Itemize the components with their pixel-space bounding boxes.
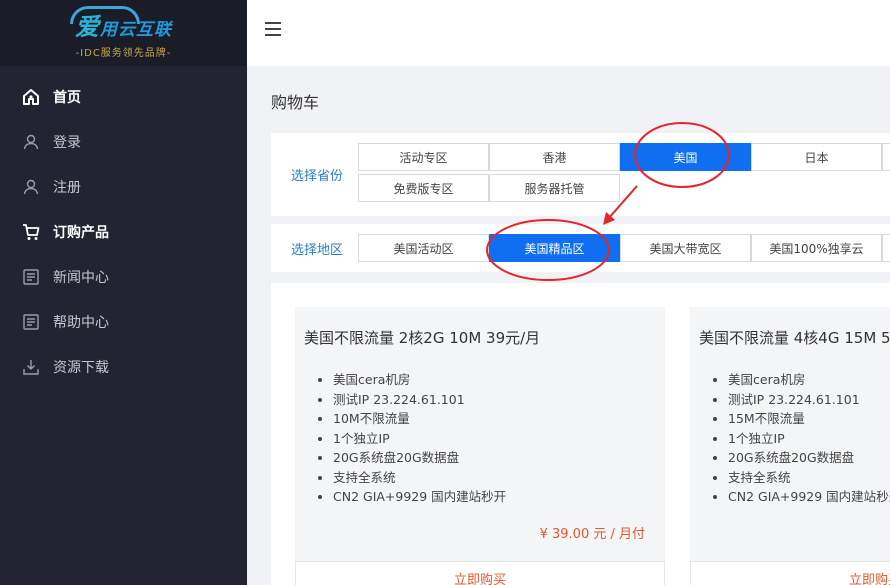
feature-item: 美国cera机房 [728,370,890,390]
feature-item: 测试IP 23.224.61.101 [333,390,506,410]
feature-item: 测试IP 23.224.61.101 [728,390,890,410]
province-label: 选择省份 [291,169,344,184]
feature-item: 支持全系统 [728,468,890,488]
province-selector: 选择省份 活动专区 香港 美国 日本 免费版专区 服务器托管 [271,133,890,216]
home-icon [22,88,40,106]
feature-item: CN2 GIA+9929 国内建站秒开 [728,487,890,507]
sidebar-item-help[interactable]: 帮助中心 [0,299,247,344]
feature-item: 15M不限流量 [728,409,890,429]
province-option-selected[interactable]: 美国 [620,143,751,171]
sidebar-item-downloads[interactable]: 资源下载 [0,344,247,389]
document-icon [22,268,40,286]
cart-icon [22,223,40,241]
sidebar-item-label: 首页 [53,89,81,106]
user-icon [22,178,40,196]
sidebar-item-label: 资源下载 [53,359,109,376]
sidebar-item-news[interactable]: 新闻中心 [0,254,247,299]
feature-item: 20G系统盘20G数据盘 [728,448,890,468]
province-option[interactable]: 活动专区 [358,143,489,171]
feature-item: 美国cera机房 [333,370,506,390]
feature-item: CN2 GIA+9929 国内建站秒开 [333,487,506,507]
feature-item: 20G系统盘20G数据盘 [333,448,506,468]
sidebar-item-register[interactable]: 注册 [0,164,247,209]
feature-item: 10M不限流量 [333,409,506,429]
sidebar: 爱用云互联 -IDC服务领先品牌- 首页 登录 注册 订购产品 新闻中心 帮助中… [0,0,247,585]
region-label: 选择地区 [291,243,344,258]
menu-toggle-icon[interactable] [265,22,281,36]
brand-title: 爱用云互联 [75,13,172,41]
region-selector: 选择地区 美国活动区 美国精品区 美国大带宽区 美国100%独享云 [271,224,890,272]
region-option[interactable]: 美国活动区 [358,234,489,262]
brand-subtitle: -IDC服务领先品牌- [75,48,172,59]
feature-list: 美国cera机房 测试IP 23.224.61.101 10M不限流量 1个独立… [333,370,506,507]
user-icon [22,133,40,151]
feature-item: 支持全系统 [333,468,506,488]
feature-list: 美国cera机房 测试IP 23.224.61.101 15M不限流量 1个独立… [728,370,890,507]
province-option-partial[interactable] [882,143,890,171]
province-option[interactable]: 香港 [489,143,620,171]
sidebar-item-label: 帮助中心 [53,314,109,331]
sidebar-item-label: 订购产品 [53,224,109,241]
region-option[interactable]: 美国100%独享云 [751,234,882,262]
feature-item: 1个独立IP [333,429,506,449]
sidebar-item-order-products[interactable]: 订购产品 [0,209,247,254]
top-bar [247,0,890,66]
sidebar-item-label: 登录 [53,134,81,151]
sidebar-item-home[interactable]: 首页 [0,74,247,119]
product-list: 美国不限流量 2核2G 10M 39元/月 美国cera机房 测试IP 23.2… [271,283,890,585]
document-icon [22,313,40,331]
product-title: 美国不限流量 2核2G 10M 39元/月 [304,329,541,347]
sidebar-item-login[interactable]: 登录 [0,119,247,164]
product-card: 美国不限流量 2核2G 10M 39元/月 美国cera机房 测试IP 23.2… [295,307,665,561]
page-title: 购物车 [271,93,320,112]
sidebar-nav: 首页 登录 注册 订购产品 新闻中心 帮助中心 资源下载 [0,66,247,389]
product-card: 美国不限流量 4核4G 15M 5 美国cera机房 测试IP 23.224.6… [690,307,890,561]
brand-logo[interactable]: 爱用云互联 -IDC服务领先品牌- [0,0,247,66]
buy-now-button[interactable]: 立即购买 [690,561,890,585]
buy-now-button[interactable]: 立即购买 [295,561,665,585]
region-option-partial[interactable] [882,234,890,262]
download-icon [22,358,40,376]
feature-item: 1个独立IP [728,429,890,449]
region-option[interactable]: 美国大带宽区 [620,234,751,262]
province-option[interactable]: 服务器托管 [489,174,620,202]
sidebar-item-label: 新闻中心 [53,269,109,286]
product-title: 美国不限流量 4核4G 15M 5 [699,329,890,347]
sidebar-item-label: 注册 [53,179,81,196]
province-option[interactable]: 免费版专区 [358,174,489,202]
product-price: ¥ 39.00 元 / 月付 [539,527,645,542]
province-option[interactable]: 日本 [751,143,882,171]
region-option-selected[interactable]: 美国精品区 [489,234,620,262]
